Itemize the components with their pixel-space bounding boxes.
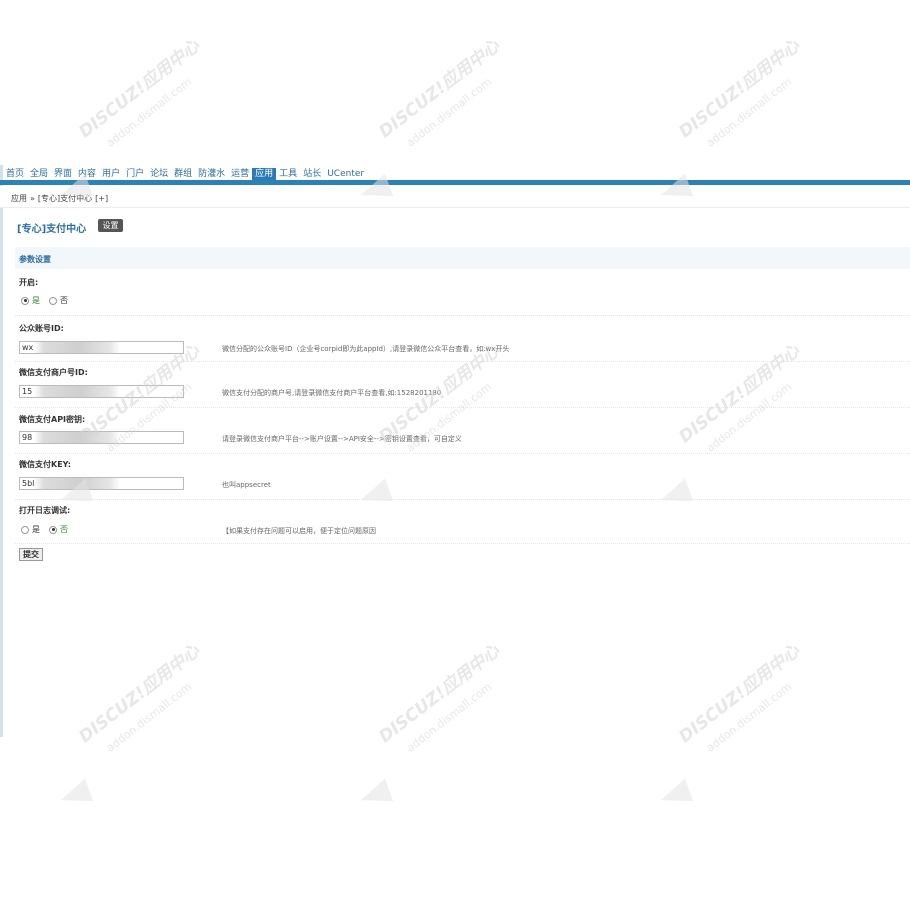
section-header: 参数设置 — [15, 247, 910, 269]
key-row: 微信支付KEY: 5bl 也叫appsecret — [15, 455, 910, 500]
nav-item[interactable]: 内容 — [75, 168, 99, 180]
nav-item[interactable]: 论坛 — [147, 168, 171, 180]
admin-panel: 首页 全局 界面 内容 用户 门户 论坛 群组 防灌水 运营 应用 工具 站长 UCenter 应用» [专… — [0, 165, 910, 737]
left-edge — [0, 165, 3, 737]
key-label: 微信支付KEY: — [19, 460, 71, 469]
watermark-arrow-icon — [356, 778, 394, 812]
nav-item[interactable]: 站长 — [300, 168, 324, 180]
section-title: 参数设置 — [19, 255, 51, 264]
mchid-label: 微信支付商户号ID: — [19, 368, 88, 377]
watermark-sub: addon.dismall.com — [403, 75, 495, 150]
watermark-brand: DISCUZ!应用中心 — [375, 36, 504, 143]
nav-item[interactable]: 用户 — [99, 168, 123, 180]
debug-yes-radio[interactable] — [21, 525, 29, 534]
key-input[interactable]: 5bl — [19, 477, 184, 490]
nav-item[interactable]: 界面 — [51, 168, 75, 180]
apikey-row: 微信支付API密钥: 98 请登录微信支付商户平台-->账户设置-->API安全… — [15, 409, 910, 454]
watermark-arrow-icon — [56, 778, 94, 812]
nav-item[interactable]: 运营 — [228, 168, 252, 180]
apikey-description: 请登录微信支付商户平台-->账户设置-->API安全-->密钥设置查看，可自定义 — [222, 435, 462, 443]
watermark-sub: addon.dismall.com — [103, 75, 195, 150]
breadcrumb-plugin: [专心]支付中心 — [37, 194, 93, 203]
debug-label: 打开日志调试: — [19, 506, 71, 515]
debug-no-radio[interactable] — [49, 525, 57, 534]
page-title: [专心]支付中心 — [17, 224, 87, 235]
watermark-brand: DISCUZ!应用中心 — [75, 36, 204, 143]
enable-no-label[interactable]: 否 — [60, 295, 68, 306]
nav-item[interactable]: 首页 — [3, 168, 27, 180]
nav-bar — [0, 180, 910, 185]
nav-item[interactable]: 全局 — [27, 168, 51, 180]
mchid-description: 微信支付分配的商户号,请登录微信支付商户平台查看,如:1528201180 — [222, 389, 442, 397]
nav-item[interactable]: UCenter — [324, 168, 367, 180]
mchid-input[interactable]: 15 — [19, 385, 184, 398]
enable-yes-label[interactable]: 是 — [32, 295, 40, 306]
nav-item[interactable]: 防灌水 — [195, 168, 228, 180]
key-description: 也叫appsecret — [222, 481, 271, 489]
appid-input[interactable]: wx — [19, 341, 184, 354]
debug-row: 打开日志调试: 是 否 【如果支付存在问题可以启用，便于定位问题原因 — [15, 501, 910, 544]
enable-radio-group: 是 否 — [21, 295, 74, 306]
nav-item[interactable]: 门户 — [123, 168, 147, 180]
apikey-label: 微信支付API密钥: — [19, 415, 86, 424]
enable-yes-radio[interactable] — [21, 296, 29, 305]
enable-row: 开启: 是 否 — [15, 271, 910, 316]
nav-item[interactable]: 群组 — [171, 168, 195, 180]
nav-item[interactable]: 工具 — [276, 168, 300, 180]
debug-description: 【如果支付存在问题可以启用，便于定位问题原因 — [222, 527, 376, 535]
nav-items: 首页 全局 界面 内容 用户 门户 论坛 群组 防灌水 运营 应用 工具 站长 UCenter — [3, 168, 367, 180]
submit-button[interactable]: 提交 — [19, 548, 43, 561]
top-navigation: 首页 全局 界面 内容 用户 门户 论坛 群组 防灌水 运营 应用 工具 站长 UCenter — [0, 165, 910, 185]
debug-radio-group: 是 否 — [21, 524, 74, 535]
debug-yes-label[interactable]: 是 — [32, 524, 40, 535]
enable-label: 开启: — [19, 278, 39, 287]
apikey-input[interactable]: 98 — [19, 431, 184, 444]
watermark-sub: addon.dismall.com — [703, 75, 795, 150]
mchid-row: 微信支付商户号ID: 15 微信支付分配的商户号,请登录微信支付商户平台查看,如… — [15, 363, 910, 408]
breadcrumb-add-link[interactable]: [+] — [95, 194, 108, 203]
watermark-brand: DISCUZ!应用中心 — [675, 36, 804, 143]
enable-no-radio[interactable] — [49, 296, 57, 305]
breadcrumb: 应用» [专心]支付中心 [+] — [0, 186, 910, 208]
settings-button[interactable]: 设置 — [98, 219, 123, 232]
nav-item[interactable]: 应用 — [252, 168, 277, 180]
appid-label: 公众账号ID: — [19, 324, 64, 333]
appid-row: 公众账号ID: wx 微信分配的公众账号ID（企业号corpid即为此appId… — [15, 317, 910, 362]
appid-description: 微信分配的公众账号ID（企业号corpid即为此appId）,请登录微信公众平台… — [222, 345, 510, 353]
breadcrumb-separator: » — [30, 194, 35, 203]
watermark-arrow-icon — [656, 778, 694, 812]
breadcrumb-apps-link[interactable]: 应用 — [11, 194, 27, 203]
debug-no-label[interactable]: 否 — [60, 524, 68, 535]
